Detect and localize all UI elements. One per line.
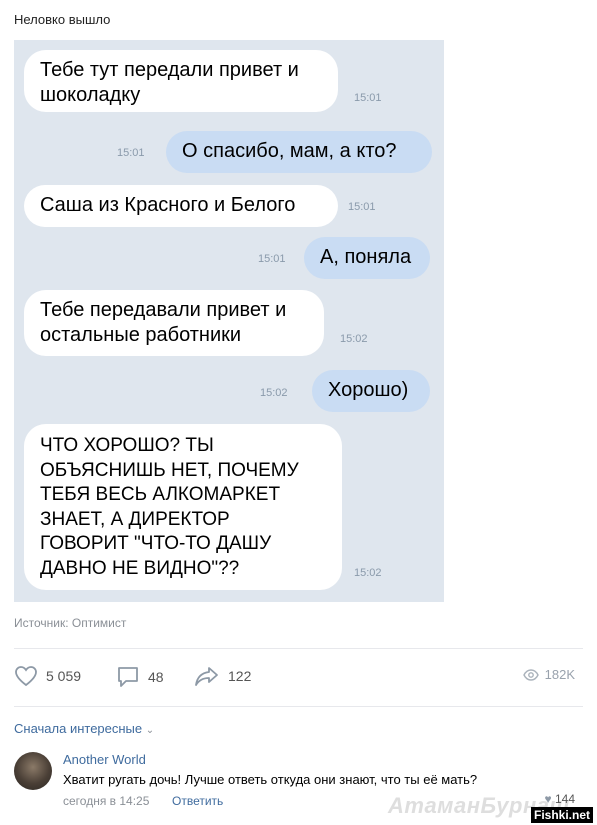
message-text-line: остальные работники <box>40 324 242 346</box>
message-text-line: ЗНАЕТ, А ДИРЕКТОР <box>40 508 230 530</box>
message-time: 15:02 <box>354 567 382 579</box>
heart-icon: ♥ <box>544 792 552 806</box>
post-source: Источник: Оптимист <box>14 616 127 630</box>
chat-screenshot: Тебе тут передали привет и шоколадку 15:… <box>14 40 444 602</box>
message-incoming: Саша из Красного и Белого <box>24 185 338 227</box>
views-counter: 182K <box>522 667 575 682</box>
share-count: 122 <box>228 668 252 684</box>
post-title: Неловко вышло <box>14 12 111 27</box>
message-text-line: ОБЪЯСНИШЬ НЕТ, ПОЧЕМУ <box>40 459 299 481</box>
message-incoming: ЧТО ХОРОШО? ТЫ ОБЪЯСНИШЬ НЕТ, ПОЧЕМУ ТЕБ… <box>24 424 342 590</box>
heart-icon <box>15 666 37 687</box>
comment-date[interactable]: сегодня в 14:25 <box>63 794 149 808</box>
eye-icon <box>522 668 539 681</box>
comment-author[interactable]: Another World <box>63 752 146 767</box>
comment-like-button[interactable]: ♥ 144 <box>545 792 576 806</box>
message-text: А, поняла <box>320 246 412 268</box>
message-text: Саша из Красного и Белого <box>40 194 296 216</box>
message-text-line: ГОВОРИТ "ЧТО-ТО ДАШУ <box>40 533 272 554</box>
avatar[interactable] <box>14 752 52 790</box>
message-text-line: Тебе тут передали привет и <box>40 59 299 81</box>
message-time: 15:01 <box>354 92 382 104</box>
message-text: Хорошо) <box>328 379 409 401</box>
share-button[interactable]: 122 <box>194 665 251 687</box>
sort-label: Сначала интересные <box>14 721 143 736</box>
comments-sort-dropdown[interactable]: Сначала интересные ⌄ <box>14 721 154 736</box>
message-text-line: Тебе передавали привет и <box>40 299 287 321</box>
message-incoming: Тебе тут передали привет и шоколадку <box>24 50 338 112</box>
message-time: 15:01 <box>117 147 145 159</box>
views-count: 182K <box>544 667 575 682</box>
message-text: О спасибо, мам, а кто? <box>182 140 397 162</box>
message-text-line: ДАВНО НЕ ВИДНО"?? <box>40 557 240 579</box>
message-text-line: ТЕБЯ ВЕСЬ АЛКОМАРКЕТ <box>40 484 281 505</box>
message-outgoing: Хорошо) <box>312 370 430 412</box>
divider <box>14 706 583 707</box>
comment-text: Хватит ругать дочь! Лучше ответь откуда … <box>63 772 478 787</box>
message-incoming: Тебе передавали привет и остальные работ… <box>24 290 324 356</box>
divider <box>14 648 583 649</box>
message-text-line: ЧТО ХОРОШО? ТЫ <box>40 435 214 456</box>
message-time: 15:02 <box>260 387 288 399</box>
chevron-down-icon: ⌄ <box>145 725 155 736</box>
comment-button[interactable]: 48 <box>116 665 164 689</box>
watermark: Fishki.net <box>530 807 593 823</box>
comment-count: 48 <box>148 669 164 685</box>
reply-button[interactable]: Ответить <box>172 794 223 808</box>
message-time: 15:01 <box>258 253 286 265</box>
share-arrow-icon <box>195 667 218 686</box>
comment-like-count: 144 <box>554 792 575 806</box>
message-text-line: шоколадку <box>40 84 141 106</box>
message-outgoing: А, поняла <box>304 237 430 279</box>
message-time: 15:01 <box>348 201 376 213</box>
like-count: 5 059 <box>46 668 82 684</box>
like-button[interactable]: 5 059 <box>14 665 81 687</box>
comment-icon <box>118 667 138 687</box>
message-time: 15:02 <box>340 333 368 345</box>
message-outgoing: О спасибо, мам, а кто? <box>166 131 432 173</box>
